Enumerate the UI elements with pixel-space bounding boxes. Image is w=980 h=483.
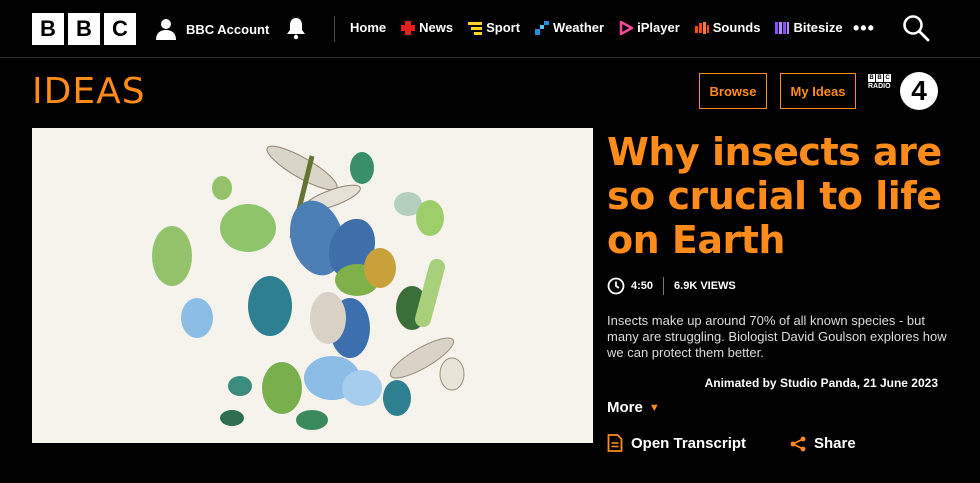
view-count: 6.9K VIEWS <box>674 280 736 292</box>
caret-down-icon: ▼ <box>648 401 660 414</box>
share-icon <box>790 436 806 451</box>
video-duration: 4:50 <box>631 280 654 292</box>
leaf-insect-illustration <box>416 200 444 236</box>
open-transcript-button[interactable]: Open Transcript <box>607 434 746 452</box>
notifications-bell-icon[interactable] <box>284 16 308 40</box>
clock-icon <box>607 277 625 295</box>
nav-item-label: Bitesize <box>793 20 843 35</box>
browse-button[interactable]: Browse <box>699 73 767 109</box>
more-menu-icon[interactable]: ••• <box>853 19 875 37</box>
search-icon[interactable] <box>902 14 930 42</box>
iplayer-icon <box>619 20 634 35</box>
beetle-illustration <box>262 362 302 414</box>
bbc-logo-letter: B <box>32 13 64 45</box>
nav-item-label: Sounds <box>712 20 761 35</box>
account-link[interactable]: BBC Account <box>154 15 269 43</box>
user-icon <box>156 19 176 40</box>
more-toggle[interactable]: More ▼ <box>607 399 660 416</box>
nav-item-sounds[interactable]: Sounds <box>694 20 761 35</box>
weather-icon <box>535 20 550 35</box>
butterfly-illustration <box>310 292 370 358</box>
nav-item-iplayer[interactable]: iPlayer <box>619 20 680 35</box>
bitesize-icon <box>775 21 790 34</box>
share-button[interactable]: Share <box>790 435 856 452</box>
nav-item-label: Sport <box>486 20 521 35</box>
radio-4-number: 4 <box>900 72 938 110</box>
insects-illustration[interactable] <box>32 128 593 443</box>
bbc-logo-letter: B <box>68 13 100 45</box>
nav-item-label: News <box>419 20 454 35</box>
nav-item-sport[interactable]: Sport <box>468 20 520 35</box>
butterfly-illustration <box>304 356 382 406</box>
dragonfly-illustration <box>383 380 411 416</box>
bbc-logo[interactable]: B B C <box>32 13 136 45</box>
beetle-illustration <box>220 410 244 426</box>
transcript-label: Open Transcript <box>631 434 747 452</box>
video-meta: 4:50 6.9K VIEWS <box>607 277 736 295</box>
article-description: Insects make up around 70% of all known … <box>607 313 947 360</box>
more-label: More <box>607 399 643 416</box>
nav-item-label: Weather <box>553 20 605 35</box>
nav-divider <box>334 16 335 42</box>
beetle-illustration <box>439 357 465 391</box>
my-ideas-button[interactable]: My Ideas <box>780 73 856 109</box>
bbc-logo-letter: C <box>104 13 136 45</box>
butterfly-illustration <box>181 298 213 338</box>
insect-collage-image <box>152 145 465 430</box>
beetle-illustration <box>350 152 374 184</box>
transcript-document-icon <box>607 434 623 452</box>
ideas-logo[interactable]: IDEAS <box>32 73 146 111</box>
sport-icon <box>468 21 483 35</box>
article-credit: Animated by Studio Panda, 21 June 2023 <box>704 376 938 390</box>
primary-nav: Home News Sport Weather iPlayer Sounds B… <box>350 20 858 35</box>
nav-item-label: Home <box>350 20 387 35</box>
nav-item-home[interactable]: Home <box>350 20 386 35</box>
radio-4-wordmark: BBC RADIO <box>868 74 891 90</box>
global-navigation: B B C BBC Account Home News Sport Weathe… <box>0 0 980 58</box>
nav-item-label: iPlayer <box>637 20 680 35</box>
radio-label: RADIO <box>868 83 891 90</box>
sounds-icon <box>694 21 709 34</box>
radio-4-logo[interactable]: BBC RADIO 4 <box>868 72 940 112</box>
beetle-illustration <box>220 204 276 252</box>
beetle-illustration <box>228 376 252 396</box>
meta-divider <box>663 277 665 295</box>
article-title: Why insects are so crucial to life on Ea… <box>607 130 942 262</box>
account-label: BBC Account <box>186 21 270 37</box>
beetle-illustration <box>212 176 232 200</box>
beetle-illustration <box>296 410 328 430</box>
nav-item-news[interactable]: News <box>401 20 453 35</box>
nav-item-bitesize[interactable]: Bitesize <box>775 20 843 35</box>
leaf-insect-illustration <box>152 226 192 286</box>
nav-item-weather[interactable]: Weather <box>535 20 604 35</box>
news-icon <box>401 20 416 35</box>
beetle-illustration <box>248 276 292 336</box>
share-label: Share <box>814 435 856 452</box>
